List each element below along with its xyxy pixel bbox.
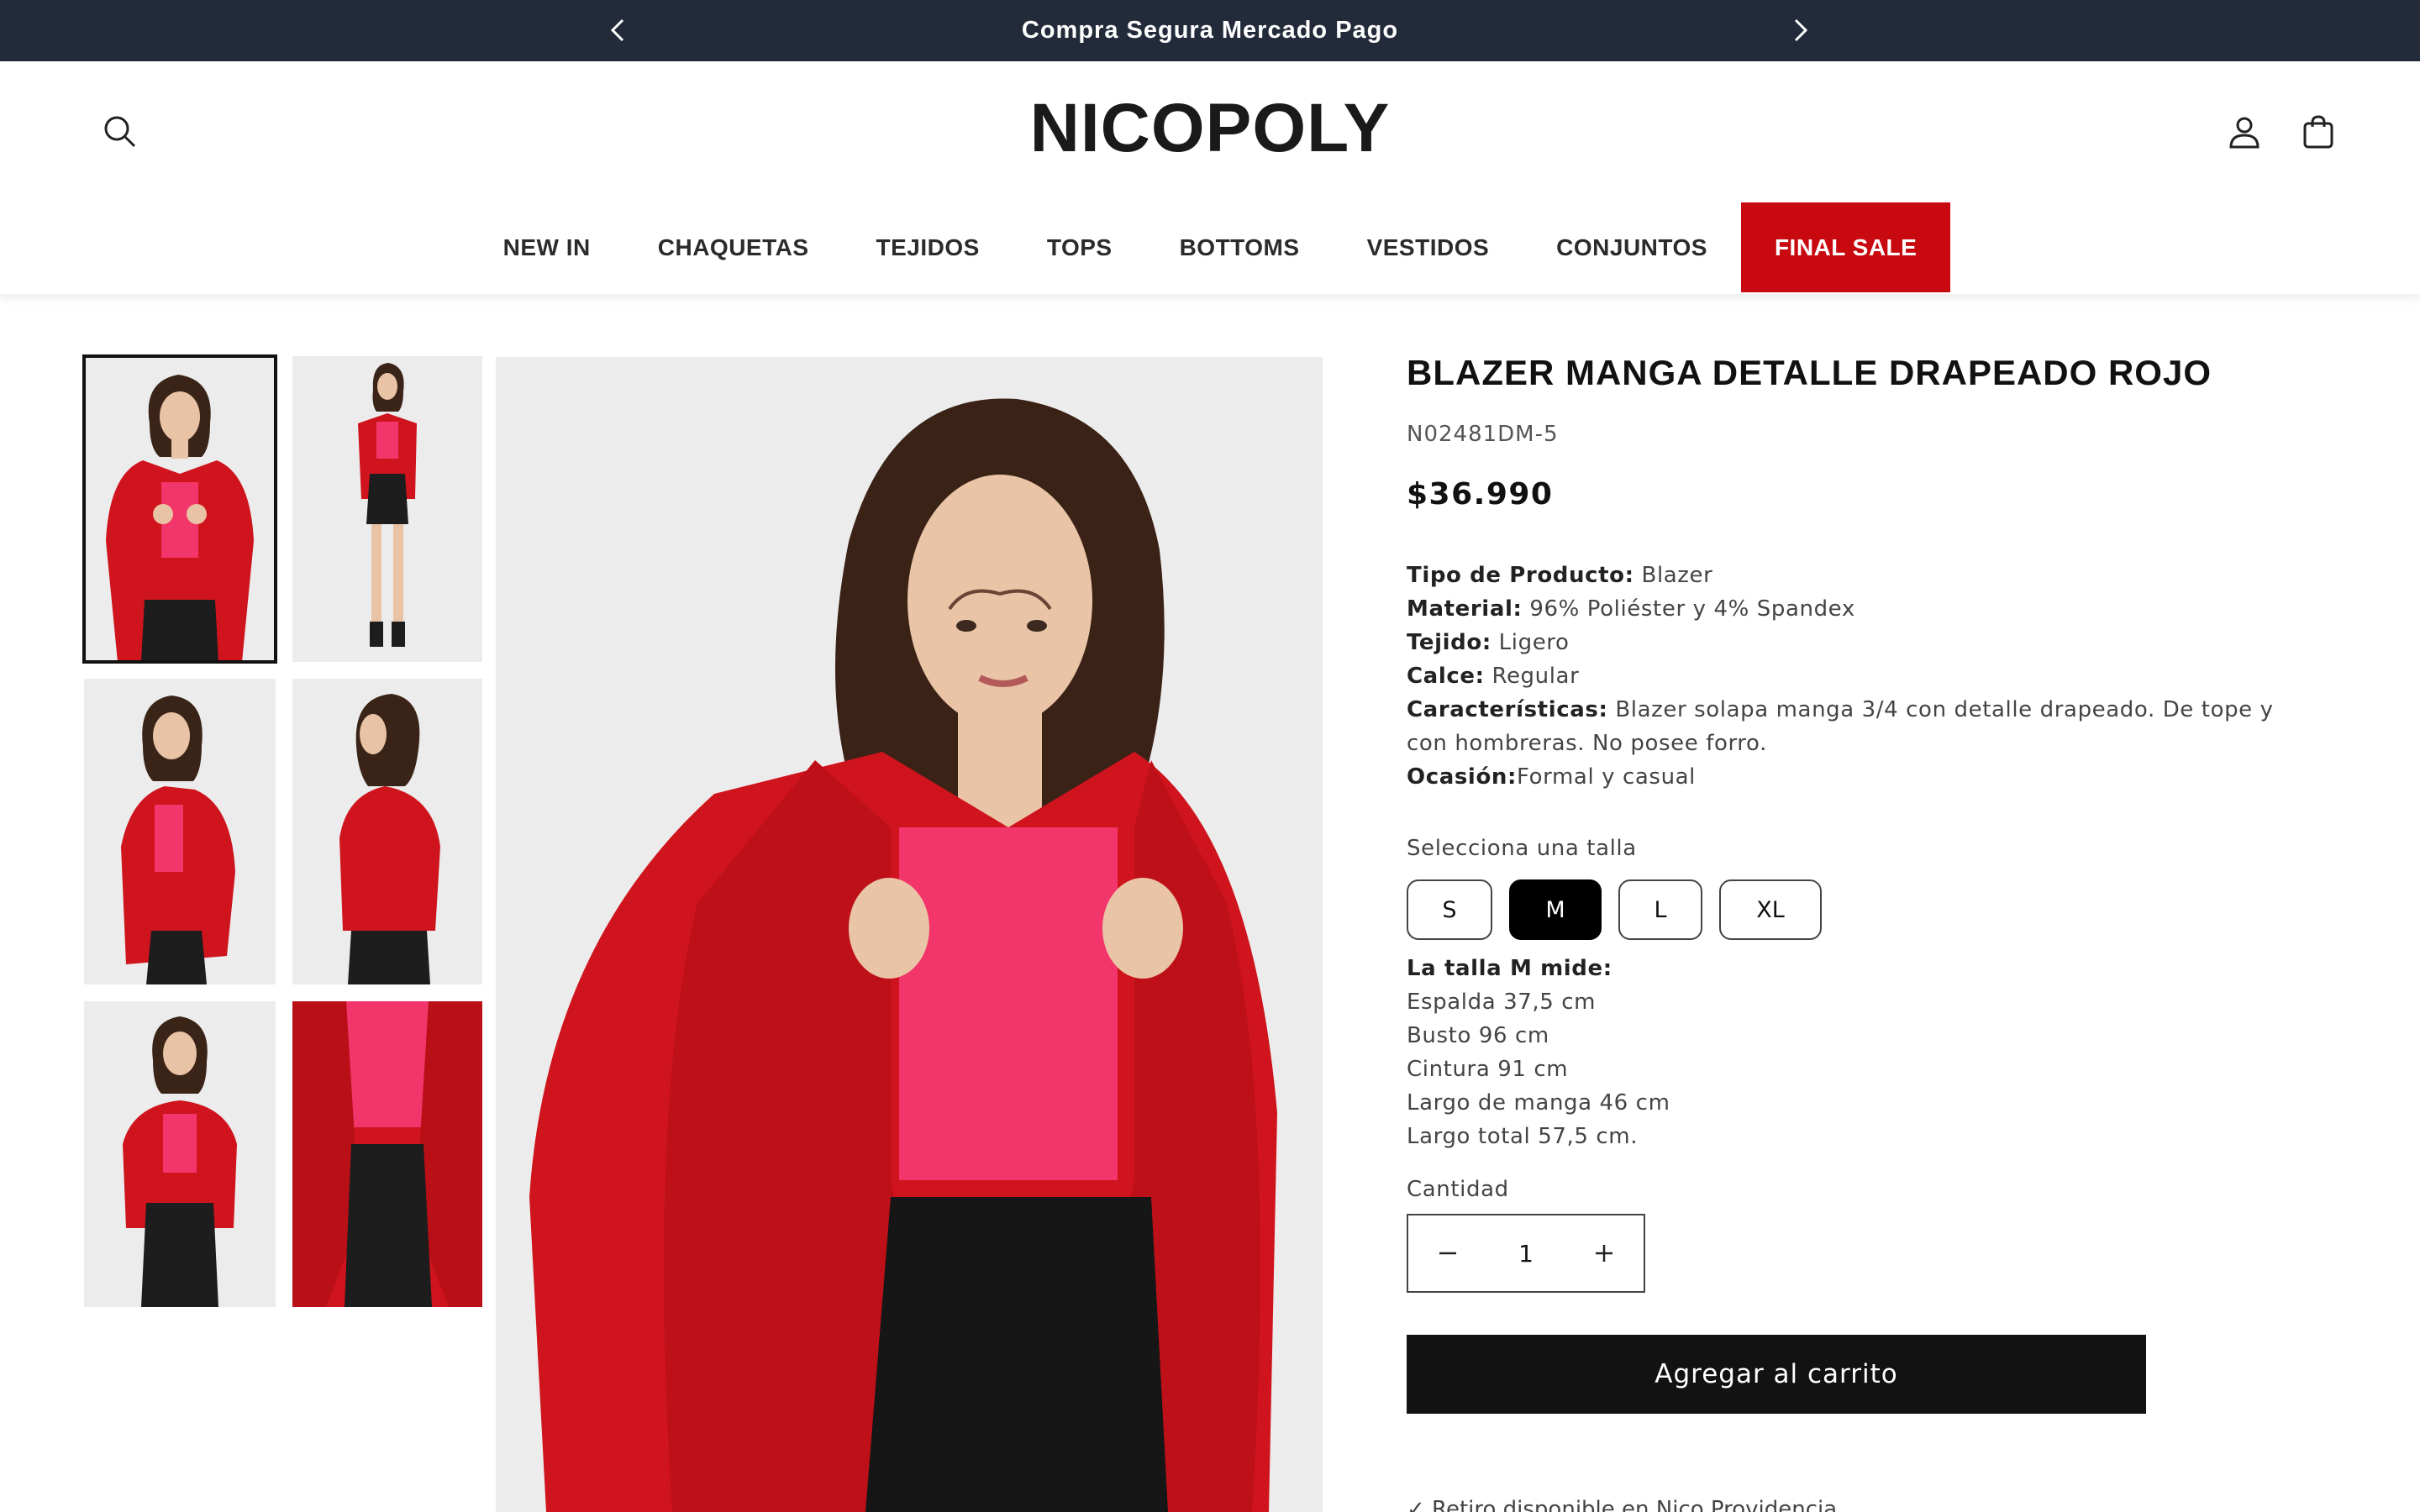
plus-icon[interactable]: [1565, 1215, 1644, 1291]
measurement-item: Cintura 91 cm: [1407, 1057, 1569, 1082]
product-info: BLAZER MANGA DETALLE DRAPEADO ROJO N0248…: [1407, 353, 2331, 1414]
measurement-item: Busto 96 cm: [1407, 1023, 1549, 1048]
product-price: $36.990: [1407, 477, 1554, 512]
quantity-input[interactable]: [1487, 1215, 1565, 1291]
nav-conjuntos[interactable]: CONJUNTOS: [1523, 202, 1741, 292]
product-thumbnail-4[interactable]: [292, 679, 482, 984]
nav-chaquetas[interactable]: CHAQUETAS: [624, 202, 843, 292]
detail-label: Tejido:: [1407, 630, 1491, 655]
nav-bottoms[interactable]: BOTTOMS: [1146, 202, 1334, 292]
main-navigation: NEW IN CHAQUETAS TEJIDOS TOPS BOTTOMS VE…: [0, 202, 2420, 292]
search-icon[interactable]: [97, 108, 144, 155]
detail-label: Ocasión:: [1407, 764, 1518, 790]
measurement-item: Largo de manga 46 cm: [1407, 1090, 1670, 1116]
measurements-title: La talla M mide:: [1407, 956, 1612, 981]
nav-new-in[interactable]: NEW IN: [470, 202, 624, 292]
size-selector: S M L XL: [1407, 879, 2331, 940]
size-option-s[interactable]: S: [1407, 879, 1492, 940]
product-thumbnail-6[interactable]: [292, 1001, 482, 1307]
detail-row: Ocasión:Formal y casual: [1407, 760, 2297, 794]
nav-vestidos[interactable]: VESTIDOS: [1334, 202, 1523, 292]
detail-value: Ligero: [1491, 630, 1570, 655]
site-header: NICOPOLY NEW IN CHAQUETAS TEJIDOS TOPS B…: [0, 61, 2420, 294]
minus-icon[interactable]: [1408, 1215, 1487, 1291]
nav-tops[interactable]: TOPS: [1013, 202, 1146, 292]
detail-label: Calce:: [1407, 664, 1485, 689]
detail-value: Formal y casual: [1517, 764, 1697, 790]
next-announcement-icon[interactable]: [1783, 13, 1817, 47]
product-thumbnail-3[interactable]: [84, 679, 276, 984]
detail-row: Calce: Regular: [1407, 659, 2297, 693]
detail-value: Blazer: [1634, 563, 1713, 588]
product-thumbnail-5[interactable]: [84, 1001, 276, 1307]
site-logo[interactable]: NICOPOLY: [958, 94, 1462, 163]
detail-row: Material: 96% Poliéster y 4% Spandex: [1407, 592, 2297, 626]
detail-row: Características: Blazer solapa manga 3/4…: [1407, 693, 2297, 760]
detail-value: 96% Poliéster y 4% Spandex: [1522, 596, 1855, 622]
cart-icon[interactable]: [2295, 108, 2342, 155]
product-thumbnail-1[interactable]: [82, 354, 277, 664]
detail-label: Características:: [1407, 697, 1608, 722]
product-thumbnail-2[interactable]: [292, 356, 482, 662]
size-option-m[interactable]: M: [1509, 879, 1602, 940]
account-icon[interactable]: [2221, 108, 2268, 155]
quantity-label: Cantidad: [1407, 1177, 1509, 1202]
product-description: Tipo de Producto: Blazer Material: 96% P…: [1407, 559, 2297, 794]
product-title: BLAZER MANGA DETALLE DRAPEADO ROJO: [1407, 353, 2212, 392]
add-to-cart-button[interactable]: Agregar al carrito: [1407, 1335, 2146, 1414]
nav-final-sale[interactable]: FINAL SALE: [1740, 202, 1951, 292]
measurement-item: Largo total 57,5 cm.: [1407, 1124, 1639, 1149]
main-product-image: [496, 357, 1323, 1512]
pickup-availability: ✓ Retiro disponible en Nico Providencia: [1407, 1497, 1838, 1512]
announcement-text: Compra Segura Mercado Pago: [1021, 17, 1399, 44]
size-measurements: La talla M mide: Espalda 37,5 cm Busto 9…: [1407, 952, 2331, 1153]
size-selector-label: Selecciona una talla: [1407, 836, 1637, 861]
size-option-xl[interactable]: XL: [1719, 879, 1822, 940]
detail-value: Regular: [1484, 664, 1580, 689]
product-sku: N02481DM-5: [1407, 422, 1559, 447]
detail-row: Tejido: Ligero: [1407, 626, 2297, 659]
detail-row: Tipo de Producto: Blazer: [1407, 559, 2297, 592]
detail-label: Tipo de Producto:: [1407, 563, 1634, 588]
quantity-stepper: [1407, 1214, 1645, 1293]
detail-label: Material:: [1407, 596, 1523, 622]
size-option-l[interactable]: L: [1618, 879, 1702, 940]
announcement-bar: Compra Segura Mercado Pago: [0, 0, 2420, 61]
measurement-item: Espalda 37,5 cm: [1407, 990, 1597, 1015]
nav-tejidos[interactable]: TEJIDOS: [843, 202, 1013, 292]
